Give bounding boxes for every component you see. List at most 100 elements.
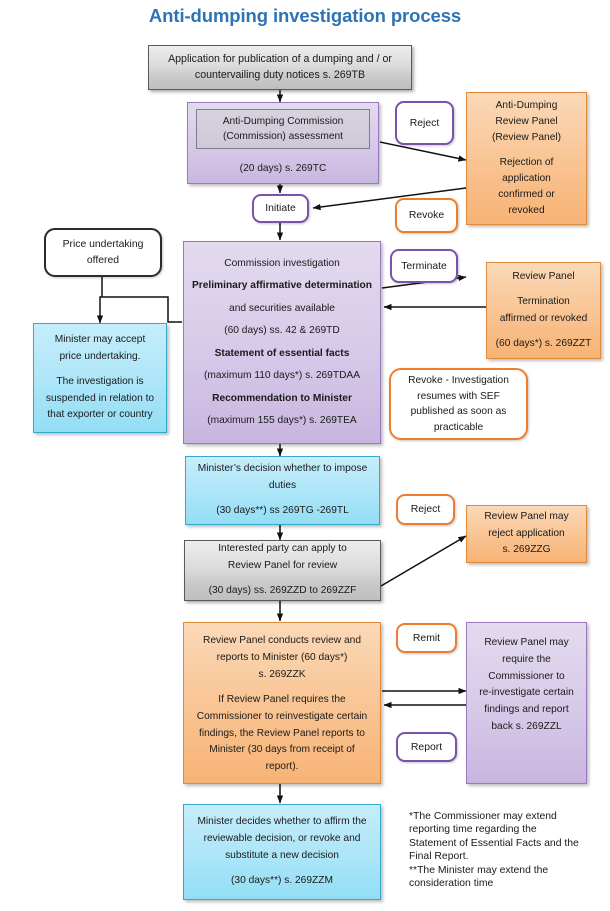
- rp-conducts-line-2: reports to Minister (60 days*): [216, 651, 348, 663]
- connector-investigation-to-minister-accept: [96, 296, 182, 324]
- application-line-1: Application for publication of a dumping…: [168, 53, 392, 65]
- interested-party-line-1: Interested party can apply to: [218, 543, 347, 555]
- terminate-label: Terminate: [401, 260, 447, 272]
- footnote-line-3: Statement of Essential Facts and the: [409, 837, 579, 849]
- rp-conducts-line-3: s. 269ZZK: [258, 668, 306, 680]
- node-interested-party[interactable]: Interested party can apply to Review Pan…: [184, 540, 381, 601]
- rp-require-line-5: findings and report: [484, 704, 569, 716]
- minister-duties-line-2: duties: [268, 479, 297, 491]
- adrp-line-2: Review Panel: [495, 116, 558, 128]
- node-minister-decides-affirm[interactable]: Minister decides whether to affirm the r…: [183, 804, 381, 900]
- revoke-inv-line-4: practicable: [433, 421, 484, 433]
- commission-assessment-inner: Anti-Dumping Commission (Commission) ass…: [196, 109, 370, 149]
- revoke-inv-line-2: resumes with SEF: [417, 390, 500, 402]
- rp-reject-line-2: reject application: [488, 527, 565, 539]
- minister-affirm-line-1: Minister decides whether to affirm the: [197, 816, 367, 828]
- revoke-inv-line-3: published as soon as: [410, 406, 507, 417]
- minister-affirm-line-3: substitute a new decision: [225, 849, 339, 861]
- investigation-line-4: (60 days) ss. 42 & 269TD: [224, 325, 340, 336]
- rp-require-line-6: back s. 269ZZL: [491, 720, 562, 732]
- adrp-line-6: confirmed or: [498, 188, 555, 200]
- footnote-block: *The Commissioner may extend reporting t…: [409, 810, 605, 890]
- node-report[interactable]: Report: [396, 732, 457, 762]
- rp-require-line-2: require the: [502, 653, 551, 665]
- adrp-line-1: Anti-Dumping: [495, 100, 558, 112]
- revoke-inv-line-1: Revoke - Investigation: [408, 375, 509, 386]
- rp-conducts-line-8: report).: [265, 761, 299, 773]
- node-minister-may-accept[interactable]: Minister may accept price undertaking. T…: [33, 323, 167, 433]
- investigation-line-3: and securities available: [229, 302, 335, 314]
- node-review-panel-termination[interactable]: Review Panel Termination affirmed or rev…: [486, 262, 601, 359]
- node-review-panel-may-require[interactable]: Review Panel may require the Commissione…: [466, 622, 587, 784]
- investigation-line-7: Recommendation to Minister: [212, 392, 352, 404]
- investigation-line-1: Commission investigation: [224, 257, 340, 269]
- adrp-line-7: revoked: [508, 204, 545, 216]
- footnote-line-2: reporting time regarding the: [409, 824, 537, 836]
- footnote-line-5: **The Minister may extend the: [409, 864, 549, 876]
- node-revoke-1[interactable]: Revoke: [395, 198, 458, 233]
- adrp-line-4: Rejection of: [499, 156, 554, 168]
- commission-assessment-line-2: (Commission) assessment: [222, 131, 343, 142]
- commission-assessment-line-1: Anti-Dumping Commission: [222, 116, 344, 127]
- rp-conducts-line-7: Minister (30 days from receipt of: [209, 744, 355, 756]
- reject-2-label: Reject: [410, 504, 441, 515]
- initiate-label: Initiate: [265, 203, 296, 214]
- rp-conducts-line-5: Commissioner to reinvestigate certain: [196, 710, 368, 722]
- report-label: Report: [410, 741, 443, 753]
- remit-label: Remit: [412, 632, 441, 644]
- node-remit[interactable]: Remit: [396, 623, 457, 653]
- minister-accept-line-5: that exporter or country: [47, 409, 153, 421]
- rp-reject-line-3: s. 269ZZG: [502, 544, 551, 556]
- footnote-line-1: *The Commissioner may extend: [409, 811, 557, 822]
- minister-affirm-line-4: (30 days**) s. 269ZZM: [231, 875, 333, 887]
- node-terminate[interactable]: Terminate: [390, 249, 458, 283]
- reject-1-label: Reject: [409, 117, 440, 129]
- rp-termination-line-1: Review Panel: [512, 270, 575, 282]
- node-revoke-investigation-resumes[interactable]: Revoke - Investigation resumes with SEF …: [389, 368, 528, 440]
- investigation-line-2: Preliminary affirmative determination: [191, 280, 373, 291]
- node-reject-1[interactable]: Reject: [395, 101, 454, 145]
- rp-termination-line-2: Termination: [517, 296, 570, 307]
- node-anti-dumping-review-panel[interactable]: Anti-Dumping Review Panel (Review Panel)…: [466, 92, 587, 225]
- node-minister-decision-duties[interactable]: Minister’s decision whether to impose du…: [185, 456, 380, 525]
- rp-conducts-line-4: If Review Panel requires the: [218, 694, 346, 706]
- adrp-line-5: application: [502, 172, 551, 184]
- page-title: Anti-dumping investigation process: [148, 5, 462, 26]
- node-review-panel-conducts-review[interactable]: Review Panel conducts review and reports…: [183, 622, 381, 784]
- adrp-line-3: (Review Panel): [491, 132, 562, 144]
- minister-duties-line-3: (30 days**) ss 269TG -269TL: [216, 505, 349, 517]
- rp-termination-line-4: (60 days*) s. 269ZZT: [495, 337, 592, 349]
- price-undertaking-line-1: Price undertaking: [62, 239, 144, 250]
- rp-require-line-4: re-investigate certain: [479, 687, 574, 699]
- footnote-line-6: consideration time: [409, 878, 494, 890]
- rp-reject-line-1: Review Panel may: [484, 511, 569, 523]
- footnote-line-4: Final Report.: [409, 851, 469, 863]
- node-commission-investigation[interactable]: Commission investigation Preliminary aff…: [183, 241, 381, 444]
- investigation-line-6: (maximum 110 days*) s. 269TDAA: [203, 370, 361, 381]
- minister-accept-line-4: suspended in relation to: [45, 392, 155, 404]
- node-reject-2[interactable]: Reject: [396, 494, 455, 525]
- commission-assessment-days: (20 days) s. 269TC: [239, 163, 327, 174]
- revoke-1-label: Revoke: [408, 210, 445, 221]
- minister-accept-line-1: Minister may accept: [54, 334, 146, 346]
- rp-termination-line-3: affirmed or revoked: [499, 312, 588, 324]
- minister-affirm-line-2: reviewable decision, or revoke and: [203, 832, 361, 844]
- node-review-panel-may-reject[interactable]: Review Panel may reject application s. 2…: [466, 505, 587, 563]
- minister-accept-line-2: price undertaking.: [59, 350, 141, 362]
- connector-reject-to-review-panel-reject: [380, 535, 467, 587]
- rp-conducts-line-1: Review Panel conducts review and: [203, 635, 361, 646]
- node-price-undertaking-offered[interactable]: Price undertaking offered: [44, 228, 162, 277]
- application-line-2: countervailing duty notices s. 269TB: [194, 68, 366, 81]
- node-application[interactable]: Application for publication of a dumping…: [148, 45, 412, 90]
- interested-party-line-2: Review Panel for review: [227, 559, 338, 571]
- rp-require-line-1: Review Panel may: [484, 637, 569, 648]
- node-commission-assessment[interactable]: Anti-Dumping Commission (Commission) ass…: [187, 102, 379, 184]
- investigation-line-5: Statement of essential facts: [214, 347, 350, 359]
- minister-duties-line-1: Minister’s decision whether to impose: [197, 463, 368, 475]
- rp-conducts-line-6: findings, the Review Panel reports to: [199, 727, 365, 739]
- investigation-line-8: (maximum 155 days*) s. 269TEA: [207, 415, 357, 426]
- price-undertaking-line-2: offered: [86, 254, 120, 266]
- interested-party-line-3: (30 days) ss. 269ZZD to 269ZZF: [208, 585, 357, 597]
- minister-accept-line-3: The investigation is: [56, 376, 144, 388]
- node-initiate[interactable]: Initiate: [252, 194, 309, 223]
